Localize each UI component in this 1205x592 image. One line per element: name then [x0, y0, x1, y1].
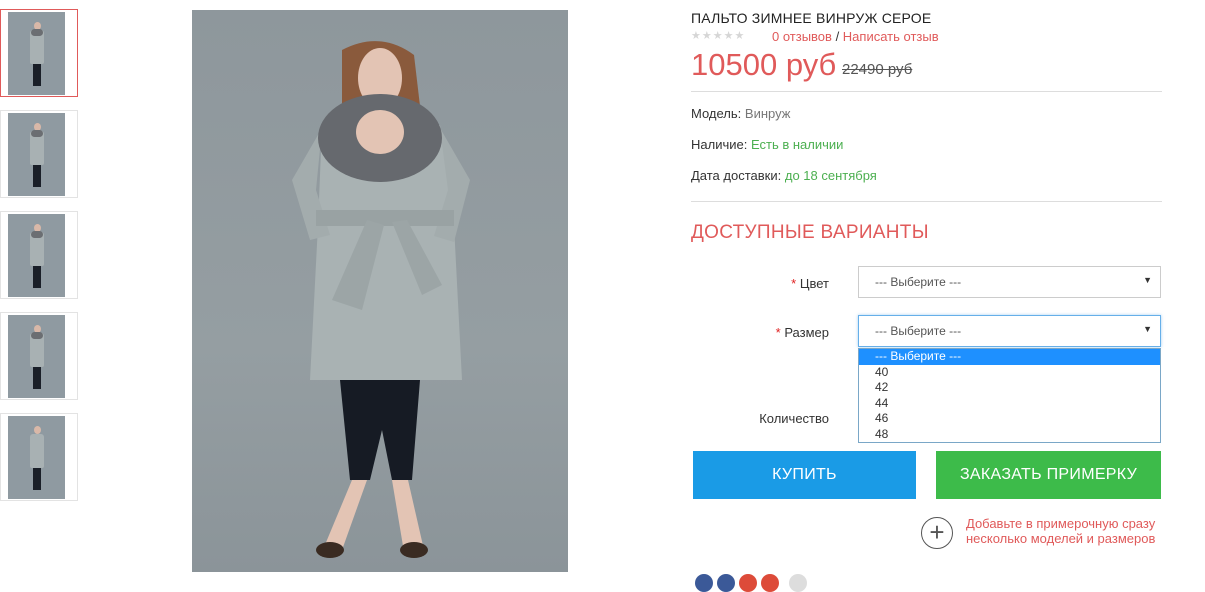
google-plus-icon[interactable] [739, 574, 757, 592]
size-label-text: Размер [784, 325, 829, 340]
quantity-label: Количество [759, 411, 829, 426]
reviews-count-link[interactable]: 0 отзывов [772, 29, 832, 44]
share-more-icon[interactable] [789, 574, 807, 592]
required-mark: * [791, 276, 797, 291]
model-in-coat-illustration [292, 41, 470, 558]
reviews-separator: / [831, 29, 843, 44]
thumbnail-2[interactable] [0, 110, 78, 198]
model-line: Модель: Винруж [691, 106, 790, 121]
size-option[interactable]: 42 [859, 380, 1160, 396]
rating-stars: ★★★★★ [691, 30, 746, 42]
stock-line: Наличие: Есть в наличии [691, 137, 843, 152]
main-product-photo[interactable] [192, 10, 568, 572]
current-price: 10500 руб [691, 47, 837, 82]
size-option[interactable]: 40 [859, 365, 1160, 381]
write-review-link[interactable]: Написать отзыв [843, 29, 939, 44]
stock-value: Есть в наличии [750, 137, 844, 152]
vk-icon[interactable] [695, 574, 713, 592]
model-label: Модель: [691, 106, 742, 121]
size-option[interactable]: 44 [859, 396, 1160, 412]
add-to-fitting-note[interactable]: Добавьте в примерочную сразу несколько м… [966, 516, 1166, 546]
size-option[interactable]: 48 [859, 427, 1160, 443]
thumbnail-5[interactable] [0, 413, 78, 501]
add-circle-icon[interactable]: + [921, 517, 953, 549]
color-label-text: Цвет [799, 276, 829, 291]
size-dropdown-list: --- Выберите --- 40 42 44 46 48 [858, 348, 1161, 443]
delivery-line: Дата доставки: до 18 сентября [691, 168, 877, 183]
size-label: * Размер [669, 325, 829, 340]
size-option[interactable]: --- Выберите --- [859, 349, 1160, 365]
model-value: Винруж [744, 106, 791, 121]
color-label: * Цвет [669, 276, 829, 291]
options-heading: ДОСТУПНЫЕ ВАРИАНТЫ [691, 222, 929, 243]
color-select-value: --- Выберите --- [875, 275, 962, 289]
thumbnail-1[interactable] [0, 9, 78, 97]
divider [691, 201, 1162, 202]
chevron-down-icon: ▼ [1143, 324, 1152, 334]
size-option[interactable]: 46 [859, 411, 1160, 427]
thumbnail-3[interactable] [0, 211, 78, 299]
delivery-label: Дата доставки: [691, 168, 782, 183]
color-select[interactable]: --- Выберите --- ▼ [858, 266, 1161, 298]
size-select-value: --- Выберите --- [875, 324, 962, 338]
size-select[interactable]: --- Выберите --- ▼ [858, 315, 1161, 347]
divider [691, 91, 1162, 92]
product-title: ПАЛЬТО ЗИМНЕЕ ВИНРУЖ СЕРОЕ [691, 10, 932, 26]
required-mark: * [775, 325, 781, 340]
pinterest-icon[interactable] [761, 574, 779, 592]
old-price: 22490 руб [842, 61, 913, 78]
reviews-links: 0 отзывов / Написать отзыв [772, 29, 939, 44]
thumbnail-4[interactable] [0, 312, 78, 400]
order-fitting-button[interactable]: ЗАКАЗАТЬ ПРИМЕРКУ [936, 451, 1161, 499]
stock-label: Наличие: [691, 137, 748, 152]
chevron-down-icon: ▼ [1143, 275, 1152, 285]
buy-button[interactable]: КУПИТЬ [693, 451, 916, 499]
facebook-icon[interactable] [717, 574, 735, 592]
delivery-value: до 18 сентября [784, 168, 877, 183]
